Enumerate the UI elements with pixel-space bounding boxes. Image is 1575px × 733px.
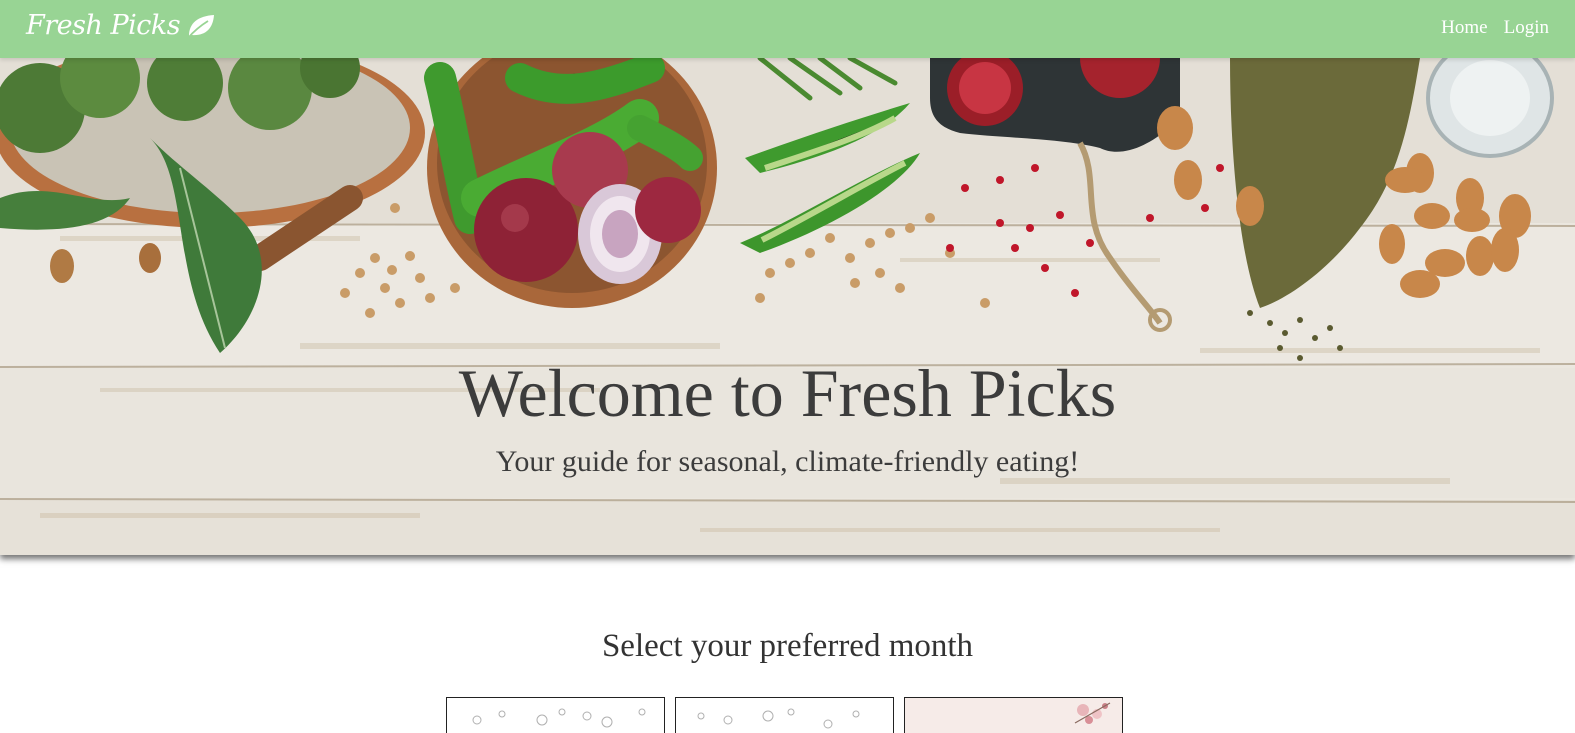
hero-subtitle: Your guide for seasonal, climate-friendl… xyxy=(495,445,1080,478)
snowflake-pattern-image xyxy=(697,708,860,729)
snowflake-pattern-image xyxy=(472,708,646,728)
navbar: Fresh Picks Home Login xyxy=(0,0,1575,58)
hero-background-image xyxy=(0,58,1575,555)
brand-name: Fresh Picks xyxy=(26,10,181,41)
blossom-image xyxy=(1074,702,1111,724)
hero-title: Welcome to Fresh Picks xyxy=(458,355,1117,431)
month-card-3[interactable] xyxy=(904,697,1123,733)
leaf-icon xyxy=(187,14,215,39)
nav-links: Home Login xyxy=(1441,17,1549,39)
nav-login-link[interactable]: Login xyxy=(1504,17,1549,39)
month-section-heading: Select your preferred month xyxy=(601,628,974,664)
nav-home-link[interactable]: Home xyxy=(1441,17,1487,39)
month-card-2[interactable] xyxy=(675,697,894,733)
hero-banner: Welcome to Fresh Picks Your guide for se… xyxy=(0,58,1575,555)
month-card-grid xyxy=(446,697,1123,733)
brand-link[interactable]: Fresh Picks xyxy=(26,10,216,41)
month-card-1[interactable] xyxy=(446,697,665,733)
